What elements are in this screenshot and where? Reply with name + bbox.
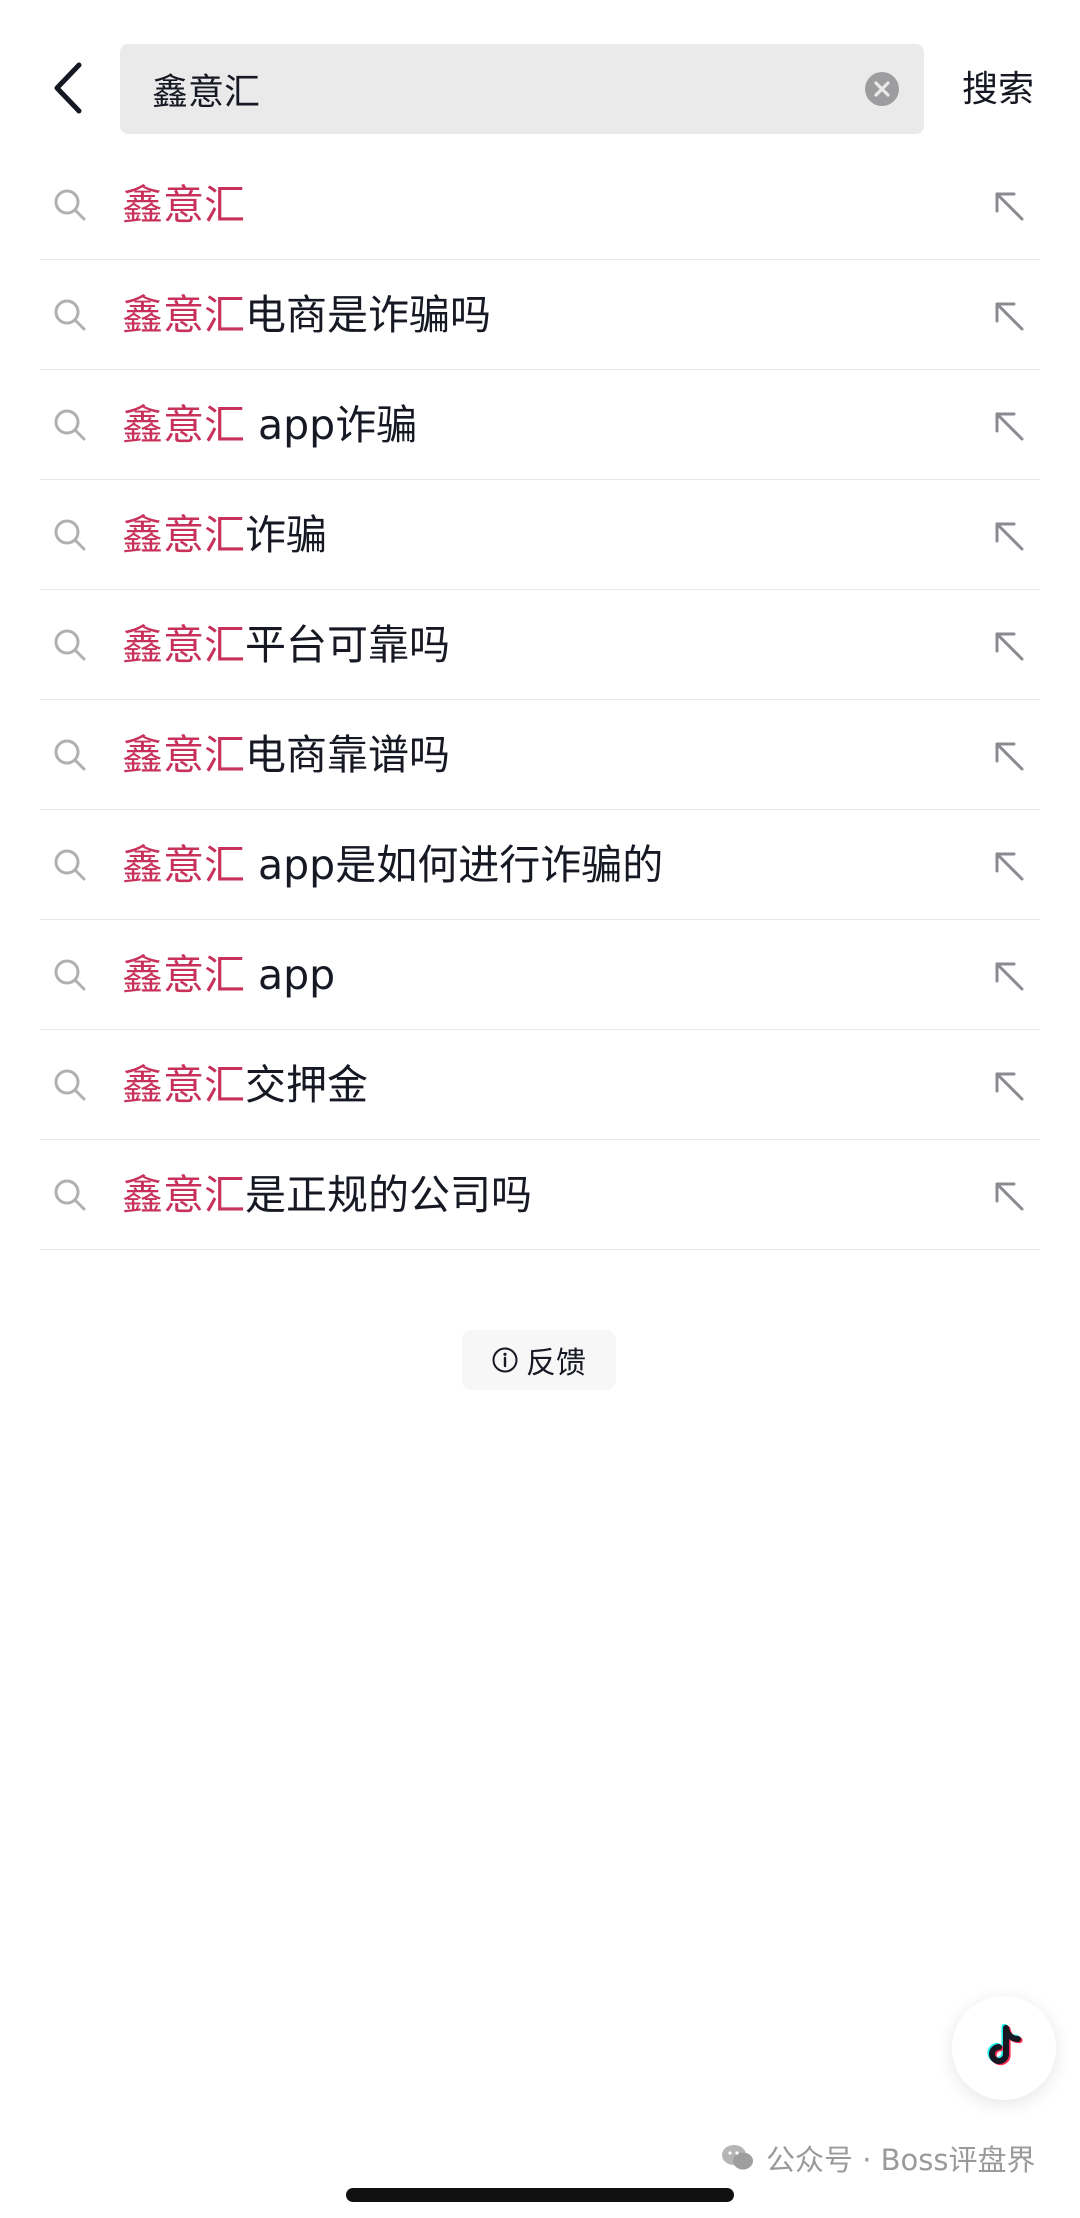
suggestion-rest: app诈骗	[245, 401, 418, 449]
feedback-label: 反馈	[526, 1346, 586, 1381]
suggestion-item[interactable]: 鑫意汇诈骗	[40, 480, 1040, 590]
suggestion-highlight: 鑫意汇	[122, 291, 245, 339]
suggestion-rest: 是正规的公司吗	[245, 1171, 532, 1219]
search-input[interactable]	[152, 44, 832, 134]
suggestion-list: 鑫意汇 鑫意汇电商是诈骗吗 鑫意汇 app诈骗 鑫意汇诈骗 鑫意汇平台可靠吗 鑫意汇电商靠…	[40, 150, 1040, 1250]
suggestion-item[interactable]: 鑫意汇是正规的公司吗	[40, 1140, 1040, 1250]
wechat-icon	[722, 2145, 753, 2170]
search-icon	[54, 189, 86, 221]
suggestion-highlight: 鑫意汇	[122, 951, 245, 999]
info-icon	[492, 1347, 518, 1373]
suggestion-rest: 平台可靠吗	[245, 621, 450, 669]
watermark-text: 公众号 · Boss评盘界	[766, 2143, 1036, 2177]
suggestion-text: 鑫意汇电商靠谱吗	[122, 700, 450, 810]
suggestion-highlight: 鑫意汇	[122, 1171, 245, 1219]
suggestion-rest: app是如何进行诈骗的	[245, 841, 664, 889]
suggestion-rest: 电商是诈骗吗	[245, 291, 491, 339]
search-icon	[54, 959, 86, 991]
suggestion-text: 鑫意汇交押金	[122, 1030, 368, 1140]
arrow-up-left-icon[interactable]	[990, 737, 1028, 775]
search-icon	[54, 299, 86, 331]
suggestion-item[interactable]: 鑫意汇 app是如何进行诈骗的	[40, 810, 1040, 920]
search-icon	[54, 1069, 86, 1101]
arrow-up-left-icon[interactable]	[990, 627, 1028, 665]
chevron-left-icon	[54, 62, 82, 114]
suggestion-text: 鑫意汇平台可靠吗	[122, 590, 450, 700]
suggestion-highlight: 鑫意汇	[122, 1061, 245, 1109]
back-button[interactable]	[40, 52, 96, 124]
suggestion-rest: 电商靠谱吗	[245, 731, 450, 779]
search-icon	[54, 409, 86, 441]
suggestion-rest: app	[245, 951, 336, 999]
suggestion-item[interactable]: 鑫意汇电商靠谱吗	[40, 700, 1040, 810]
suggestion-item[interactable]: 鑫意汇交押金	[40, 1030, 1040, 1140]
suggestion-highlight: 鑫意汇	[122, 621, 245, 669]
suggestion-rest: 交押金	[245, 1061, 368, 1109]
arrow-up-left-icon[interactable]	[990, 1177, 1028, 1215]
suggestion-text: 鑫意汇 app	[122, 920, 335, 1030]
arrow-up-left-icon[interactable]	[990, 297, 1028, 335]
search-icon	[54, 849, 86, 881]
arrow-up-left-icon[interactable]	[990, 1067, 1028, 1105]
clear-circle-icon[interactable]	[864, 71, 900, 107]
arrow-up-left-icon[interactable]	[990, 517, 1028, 555]
search-header: 搜索	[0, 0, 1080, 150]
arrow-up-left-icon[interactable]	[990, 847, 1028, 885]
search-button[interactable]: 搜索	[962, 60, 1034, 120]
suggestion-highlight: 鑫意汇	[122, 841, 245, 889]
tiktok-logo-icon	[987, 2024, 1023, 2066]
watermark: 公众号 · Boss评盘界	[720, 2138, 1036, 2178]
search-icon	[54, 739, 86, 771]
suggestion-highlight: 鑫意汇	[122, 511, 245, 559]
search-icon	[54, 1179, 86, 1211]
search-icon	[54, 629, 86, 661]
feedback-button[interactable]: 反馈	[462, 1330, 616, 1390]
suggestion-highlight: 鑫意汇	[122, 181, 245, 229]
suggestion-item[interactable]: 鑫意汇 app诈骗	[40, 370, 1040, 480]
suggestion-rest: 诈骗	[245, 511, 327, 559]
arrow-up-left-icon[interactable]	[990, 187, 1028, 225]
suggestion-text: 鑫意汇是正规的公司吗	[122, 1140, 532, 1250]
suggestion-item[interactable]: 鑫意汇电商是诈骗吗	[40, 260, 1040, 370]
suggestion-highlight: 鑫意汇	[122, 401, 245, 449]
suggestion-item[interactable]: 鑫意汇平台可靠吗	[40, 590, 1040, 700]
arrow-up-left-icon[interactable]	[990, 957, 1028, 995]
suggestion-item[interactable]: 鑫意汇 app	[40, 920, 1040, 1030]
suggestion-item[interactable]: 鑫意汇	[40, 150, 1040, 260]
search-box[interactable]	[120, 44, 924, 134]
search-icon	[54, 519, 86, 551]
home-indicator	[346, 2188, 734, 2202]
suggestion-text: 鑫意汇 app诈骗	[122, 370, 417, 480]
suggestion-text: 鑫意汇电商是诈骗吗	[122, 260, 491, 370]
suggestion-highlight: 鑫意汇	[122, 731, 245, 779]
suggestion-text: 鑫意汇诈骗	[122, 480, 327, 590]
suggestion-text: 鑫意汇 app是如何进行诈骗的	[122, 810, 663, 920]
suggestion-text: 鑫意汇	[122, 150, 245, 260]
tiktok-fab[interactable]	[952, 1996, 1056, 2100]
arrow-up-left-icon[interactable]	[990, 407, 1028, 445]
